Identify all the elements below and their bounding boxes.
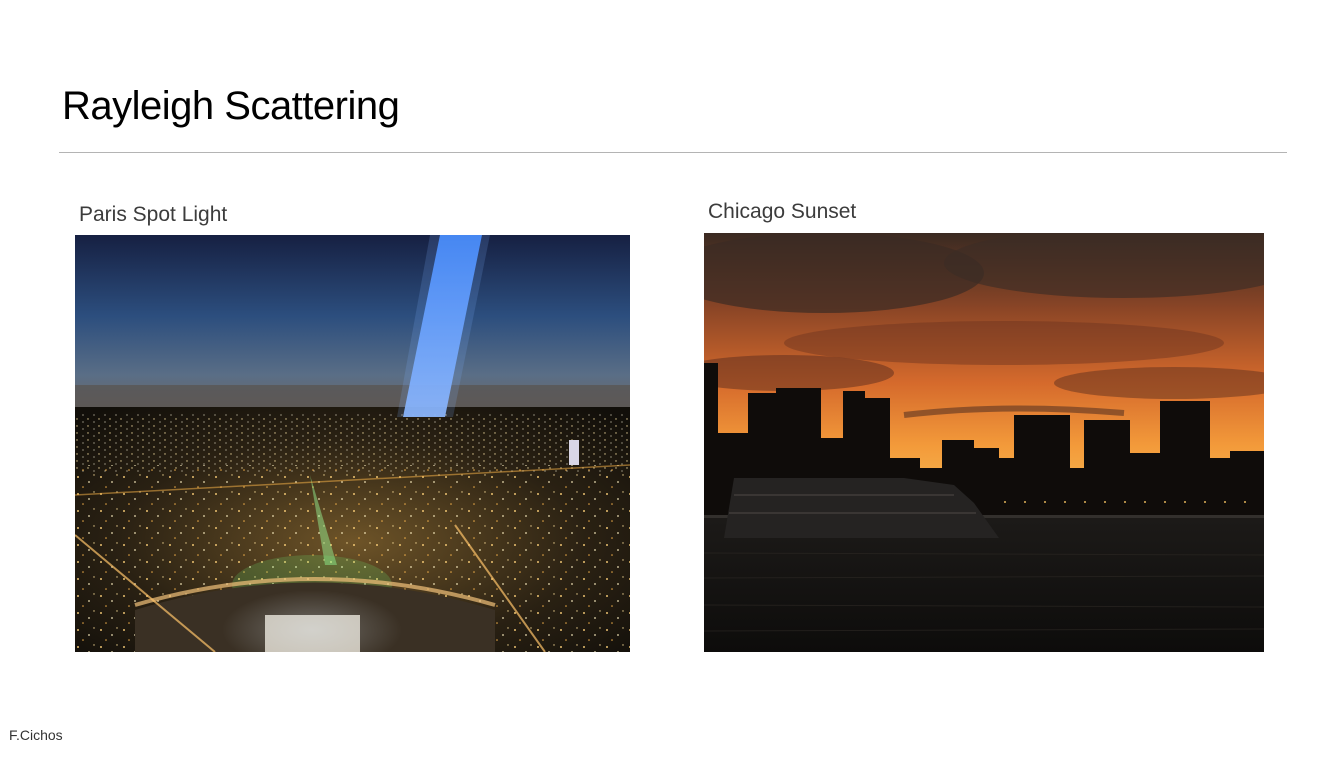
title-divider <box>59 152 1287 153</box>
author-footer: F.Cichos <box>9 727 63 743</box>
figure-caption-chicago: Chicago Sunset <box>708 200 857 223</box>
paris-spotlight-photo <box>75 235 630 652</box>
chicago-sunset-image <box>704 233 1264 652</box>
paris-night-image <box>75 235 630 652</box>
chicago-sunset-photo <box>704 233 1264 652</box>
slide: Rayleigh Scattering Paris Spot Light Chi… <box>0 0 1344 757</box>
slide-title: Rayleigh Scattering <box>62 84 400 128</box>
figure-caption-paris: Paris Spot Light <box>79 203 228 226</box>
